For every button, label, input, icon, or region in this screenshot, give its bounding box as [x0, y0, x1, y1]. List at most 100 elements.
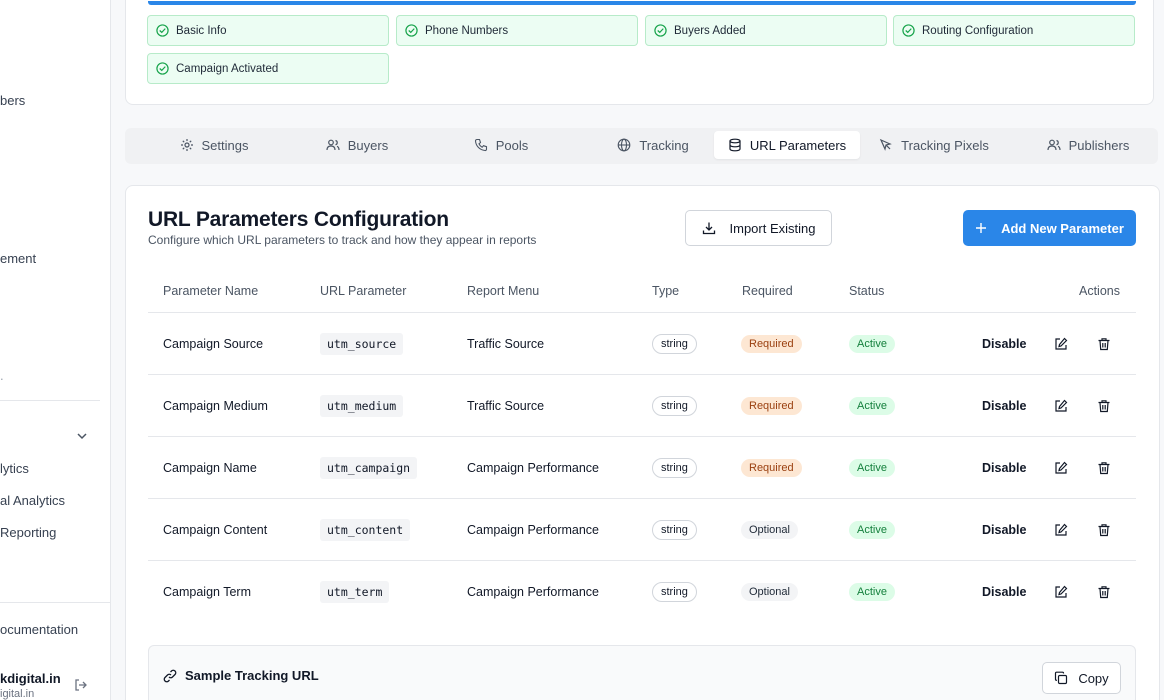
sidebar-item-management[interactable]: ement: [0, 251, 36, 266]
tab-url-parameters[interactable]: URL Parameters: [714, 131, 860, 159]
type-badge: string: [652, 581, 697, 602]
trash-icon[interactable]: [1097, 337, 1111, 351]
tab-pools[interactable]: Pools: [455, 131, 547, 159]
parameter-name: Campaign Source: [163, 336, 264, 351]
tab-bar: Settings Buyers Pools Tracking URL Param…: [125, 128, 1158, 164]
tab-label: Publishers: [1068, 137, 1130, 153]
check-circle-icon: [156, 24, 169, 37]
tab-label: URL Parameters: [749, 137, 847, 153]
logout-icon[interactable]: [74, 678, 88, 692]
tab-buyers[interactable]: Buyers: [303, 131, 411, 159]
report-menu: Campaign Performance: [467, 460, 600, 475]
sample-title-label: Sample Tracking URL: [185, 668, 319, 683]
check-circle-icon: [156, 62, 169, 75]
edit-icon[interactable]: [1054, 461, 1068, 475]
url-parameter-code: utm_term: [320, 580, 390, 603]
trash-icon[interactable]: [1097, 461, 1111, 475]
edit-icon[interactable]: [1054, 523, 1068, 537]
required-badge: Optional: [741, 520, 798, 539]
step-buyers-added: Buyers Added: [645, 15, 887, 46]
step-label: Basic Info: [176, 24, 227, 37]
disable-button[interactable]: Disable: [982, 399, 1026, 413]
database-icon: [729, 138, 741, 152]
sidebar-divider: [0, 602, 110, 603]
import-existing-button[interactable]: Import Existing: [685, 210, 832, 246]
type-badge: string: [652, 395, 697, 416]
page-title: URL Parameters Configuration: [148, 208, 449, 231]
edit-icon[interactable]: [1054, 399, 1068, 413]
trash-icon[interactable]: [1097, 399, 1111, 413]
sidebar-item-analytics[interactable]: lytics: [0, 461, 29, 476]
add-new-parameter-label: Add New Parameter: [1001, 220, 1124, 236]
table-row: Campaign Source utm_source Traffic Sourc…: [148, 312, 1136, 374]
copy-icon: [1055, 671, 1068, 685]
chevron-down-icon[interactable]: [76, 430, 88, 442]
table-row: Campaign Medium utm_medium Traffic Sourc…: [148, 374, 1136, 436]
step-label: Buyers Added: [674, 24, 746, 37]
tab-settings[interactable]: Settings: [155, 131, 273, 159]
page-subtitle: Configure which URL parameters to track …: [148, 233, 537, 247]
tab-label: Settings: [201, 137, 249, 153]
status-badge: Active: [849, 458, 895, 477]
column-header-actions: Actions: [1079, 284, 1120, 298]
url-parameter-code: utm_medium: [320, 394, 404, 417]
step-label: Phone Numbers: [425, 24, 509, 37]
check-circle-icon: [902, 24, 915, 37]
parameter-name: Campaign Medium: [163, 398, 268, 413]
report-menu: Campaign Performance: [467, 584, 600, 599]
copy-label: Copy: [1078, 670, 1109, 686]
sidebar-item-numbers[interactable]: bers: [0, 93, 25, 108]
step-campaign-activated: Campaign Activated: [147, 53, 389, 84]
plus-icon: [976, 223, 987, 233]
required-badge: Optional: [741, 582, 798, 601]
status-badge: Active: [849, 334, 895, 353]
report-menu: Traffic Source: [467, 398, 545, 413]
status-badge: Active: [849, 396, 895, 415]
sidebar-item-real-analytics[interactable]: al Analytics: [0, 493, 65, 508]
add-new-parameter-button[interactable]: Add New Parameter: [963, 210, 1136, 246]
tab-label: Pools: [495, 137, 529, 153]
parameter-name: Campaign Term: [163, 584, 252, 599]
table-row: Campaign Name utm_campaign Campaign Perf…: [148, 436, 1136, 498]
phone-icon: [474, 138, 487, 152]
user-email: igital.in: [0, 688, 35, 700]
disable-button[interactable]: Disable: [982, 461, 1026, 475]
column-header-type: Type: [652, 284, 680, 298]
disable-button[interactable]: Disable: [982, 523, 1026, 537]
sidebar-item-truncated: .: [0, 368, 4, 383]
step-phone-numbers: Phone Numbers: [396, 15, 638, 46]
users-icon: [1047, 139, 1061, 151]
status-badge: Active: [849, 520, 895, 539]
sidebar-divider: [0, 400, 100, 401]
tab-tracking-pixels[interactable]: Tracking Pixels: [870, 131, 998, 159]
trash-icon[interactable]: [1097, 585, 1111, 599]
column-header-status: Status: [849, 284, 885, 298]
edit-icon[interactable]: [1054, 585, 1068, 599]
status-badge: Active: [849, 582, 895, 601]
disable-button[interactable]: Disable: [982, 337, 1026, 351]
report-menu: Campaign Performance: [467, 522, 600, 537]
url-parameter-code: utm_content: [320, 518, 411, 541]
tab-tracking[interactable]: Tracking: [603, 131, 703, 159]
column-header-report-menu: Report Menu: [467, 284, 540, 298]
step-label: Campaign Activated: [176, 62, 279, 75]
disable-button[interactable]: Disable: [982, 585, 1026, 599]
sidebar-item-documentation[interactable]: ocumentation: [0, 622, 78, 637]
sample-tracking-url-title: Sample Tracking URL: [163, 668, 319, 683]
trash-icon[interactable]: [1097, 523, 1111, 537]
type-badge: string: [652, 457, 697, 478]
step-label: Routing Configuration: [922, 24, 1034, 37]
report-menu: Traffic Source: [467, 336, 545, 351]
url-parameters-card: URL Parameters Configuration Configure w…: [125, 185, 1160, 700]
type-badge: string: [652, 519, 697, 540]
tab-publishers[interactable]: Publishers: [1035, 131, 1141, 159]
link-icon: [163, 669, 177, 682]
copy-button[interactable]: Copy: [1042, 662, 1121, 694]
sidebar-item-reporting[interactable]: Reporting: [0, 525, 56, 540]
import-existing-label: Import Existing: [729, 220, 816, 236]
check-circle-icon: [654, 24, 667, 37]
url-parameter-code: utm_source: [320, 332, 404, 355]
edit-icon[interactable]: [1054, 337, 1068, 351]
column-header-url-parameter: URL Parameter: [320, 284, 407, 298]
users-icon: [326, 139, 340, 151]
